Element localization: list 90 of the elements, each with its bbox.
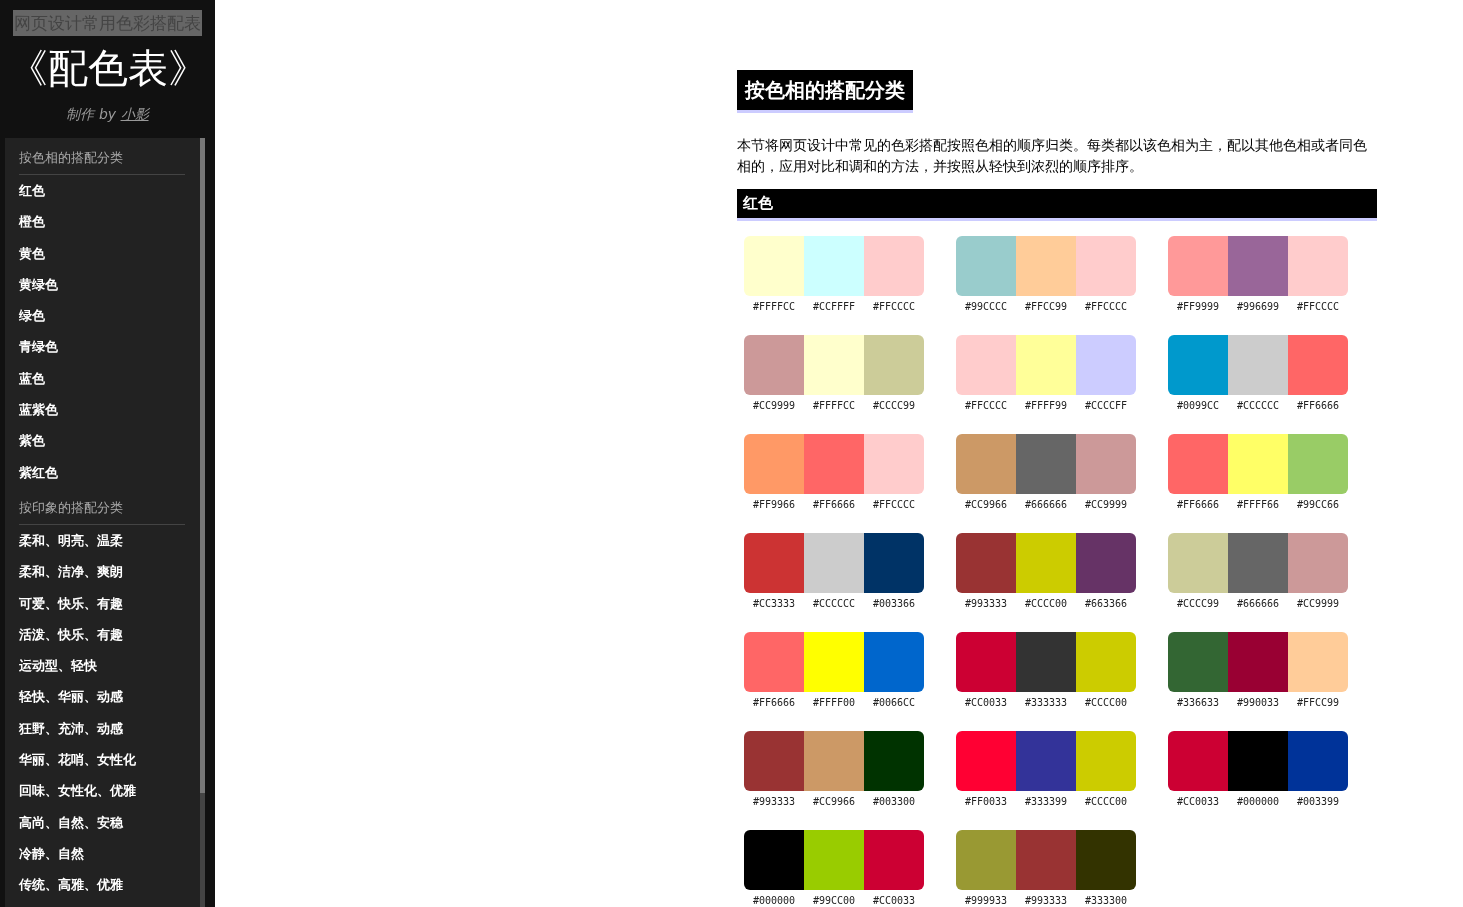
hex-code: #CCCCCC: [1235, 399, 1281, 413]
hex-code: #CC0033: [963, 696, 1009, 710]
author-link[interactable]: 小影: [120, 106, 149, 122]
hex-code: #FF9999: [1175, 300, 1221, 314]
hex-code: #333399: [1023, 795, 1069, 809]
hex-code: #996699: [1235, 300, 1281, 314]
hex-code: #FFCCCC: [1083, 300, 1129, 314]
hex-code: #FFFFCC: [751, 300, 797, 314]
hex-code: #663366: [1083, 597, 1129, 611]
hex-code: #003399: [1295, 795, 1341, 809]
hex-code: #993333: [963, 597, 1009, 611]
nav-link[interactable]: 紫红色: [19, 456, 185, 488]
hex-code: #CCCC00: [1023, 597, 1069, 611]
hex-code: #FFCCCC: [871, 498, 917, 512]
hex-code: #FFCCCC: [871, 300, 917, 314]
nav-link[interactable]: 高尚、自然、安稳: [19, 806, 185, 838]
hex-code: #000000: [1235, 795, 1281, 809]
section-heading: 红色: [737, 189, 1377, 221]
hex-code: #CC3333: [751, 597, 797, 611]
nav-link[interactable]: 狂野、充沛、动感: [19, 712, 185, 745]
nav-link[interactable]: 蓝紫色: [19, 394, 185, 426]
hex-code: #99CC00: [811, 894, 857, 907]
credit-text: 制作 by 小影: [66, 106, 149, 124]
hex-code: #336633: [1175, 696, 1221, 710]
nav-link[interactable]: 可爱、快乐、有趣: [19, 587, 185, 619]
hex-code: #FF6666: [751, 696, 797, 710]
hex-code: #990033: [1235, 696, 1281, 710]
nav-link[interactable]: 柔和、洁净、爽朗: [19, 556, 185, 588]
hex-code: #CCCC00: [1083, 795, 1129, 809]
hex-code: #003366: [871, 597, 917, 611]
hex-code: #CC0033: [1175, 795, 1221, 809]
nav-link[interactable]: 轻快、华丽、动感: [19, 681, 185, 713]
hex-code: #FF6666: [1175, 498, 1221, 512]
hex-code: #333333: [1023, 696, 1069, 710]
nav-link[interactable]: 冷静、自然: [19, 837, 185, 870]
hex-code: #CC9999: [751, 399, 797, 413]
hex-code: #CCCCCC: [811, 597, 857, 611]
hex-code: #0066CC: [871, 696, 917, 710]
hex-code: #003300: [871, 795, 917, 809]
nav-link[interactable]: 黄色: [19, 237, 185, 269]
hex-code: #FF0033: [963, 795, 1009, 809]
nav-link[interactable]: 橙色: [19, 206, 185, 238]
hex-code: #FF9966: [751, 498, 797, 512]
nav-link[interactable]: 柔和、明亮、温柔: [19, 524, 185, 557]
hex-code: #CC0033: [871, 894, 917, 907]
nav-link[interactable]: 传统、高雅、优雅: [19, 869, 185, 901]
hex-code: #FFCCCC: [963, 399, 1009, 413]
hex-code: #999933: [963, 894, 1009, 907]
nav-link[interactable]: 华丽、花哨、女性化: [19, 744, 185, 776]
hex-code: #99CC66: [1295, 498, 1341, 512]
nav-link[interactable]: 黄绿色: [19, 268, 185, 301]
nav-link[interactable]: 红色: [19, 175, 185, 207]
page-heading: 按色相的搭配分类: [737, 70, 913, 113]
hex-code: #FFFF99: [1023, 399, 1069, 413]
nav-link[interactable]: 青绿色: [19, 331, 185, 363]
site-title: 《配色表》: [7, 44, 208, 93]
intro-paragraph: 本节将网页设计中常见的色彩搭配按照色相的顺序归类。每类都以该色相为主，配以其他色相或者同色相的，应用对比和调和的方法，并按照从轻快到浓烈的顺序排序。: [737, 136, 1368, 176]
nav-link[interactable]: 绿色: [19, 300, 185, 332]
hex-code: #CCFFFF: [811, 300, 857, 314]
hex-code: #000000: [751, 894, 797, 907]
hex-code: #FFFFCC: [811, 399, 857, 413]
hex-code: #CCCCFF: [1083, 399, 1129, 413]
nav-link[interactable]: 运动型、轻快: [19, 650, 185, 682]
hex-code: #CCCC99: [871, 399, 917, 413]
hex-code: #993333: [751, 795, 797, 809]
hex-code: #FFFF66: [1235, 498, 1281, 512]
hex-code: #99CCCC: [963, 300, 1009, 314]
hex-code: #666666: [1023, 498, 1069, 512]
hex-code: #CCCC00: [1083, 696, 1129, 710]
hex-code: #FF6666: [811, 498, 857, 512]
hex-code: #FFCC99: [1295, 696, 1341, 710]
hex-code: #0099CC: [1175, 399, 1221, 413]
nav-group-title: 按色相的搭配分类: [19, 138, 185, 175]
hex-code: #CC9999: [1295, 597, 1341, 611]
hex-code: #FFCCCC: [1295, 300, 1341, 314]
nav-link[interactable]: 回味、女性化、优雅: [19, 775, 185, 807]
hex-code: #FF6666: [1295, 399, 1341, 413]
hex-code: #993333: [1023, 894, 1069, 907]
nav-group-title: 按印象的搭配分类: [19, 487, 185, 525]
hex-code: #CCCC99: [1175, 597, 1221, 611]
hex-code: #CC9999: [1083, 498, 1129, 512]
nav-link[interactable]: 紫色: [19, 425, 185, 457]
hex-code: #333300: [1083, 894, 1129, 907]
hex-code: #CC9966: [811, 795, 857, 809]
hex-code: #FFFF00: [811, 696, 857, 710]
hex-code: #CC9966: [963, 498, 1009, 512]
hex-code: #666666: [1235, 597, 1281, 611]
hex-code: #FFCC99: [1023, 300, 1069, 314]
nav-link[interactable]: 蓝色: [19, 362, 185, 395]
nav-link[interactable]: 活泼、快乐、有趣: [19, 618, 185, 651]
